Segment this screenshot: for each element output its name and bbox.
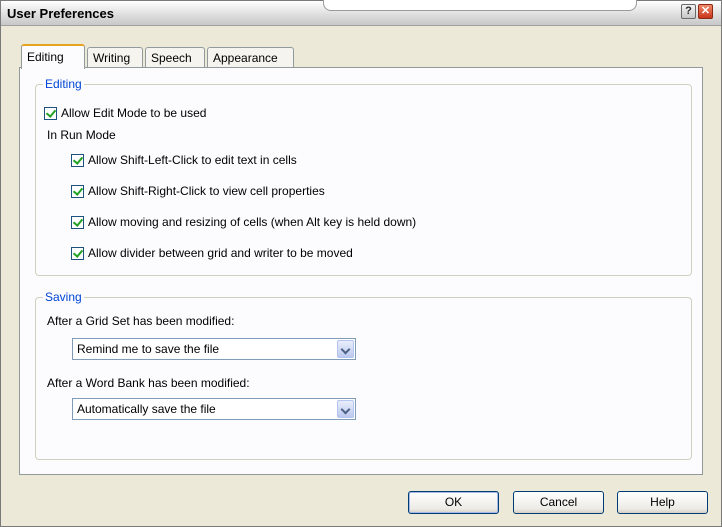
editing-group: Editing Allow Edit Mode to be used In Ru… [35,77,692,276]
run-mode-label: In Run Mode [47,128,116,142]
shift-left-click-label: Allow Shift-Left-Click to edit text in c… [88,153,297,167]
dropdown-arrow-icon[interactable] [337,400,354,418]
saving-group: Saving After a Grid Set has been modifie… [35,290,692,460]
grid-set-dropdown[interactable]: Remind me to save the file [72,338,356,360]
tab-editing[interactable]: Editing [21,44,85,69]
move-divider-label: Allow divider between grid and writer to… [88,246,353,260]
user-preferences-dialog: User Preferences ? ✕ Editing Writing Spe… [0,0,722,527]
saving-group-title: Saving [43,290,84,304]
shift-right-click-checkbox[interactable]: Allow Shift-Right-Click to view cell pro… [71,184,325,198]
allow-edit-mode-label: Allow Edit Mode to be used [61,106,207,120]
move-divider-checkbox[interactable]: Allow divider between grid and writer to… [71,246,353,260]
tab-writing[interactable]: Writing [87,47,143,68]
move-resize-cells-label: Allow moving and resizing of cells (when… [88,215,417,229]
help-button[interactable]: Help [617,491,708,514]
word-bank-label: After a Word Bank has been modified: [47,376,250,390]
checkbox-checked-icon [44,106,57,120]
checkbox-checked-icon [71,215,84,229]
shift-right-click-label: Allow Shift-Right-Click to view cell pro… [88,184,325,198]
grid-set-label: After a Grid Set has been modified: [47,314,235,328]
allow-edit-mode-checkbox[interactable]: Allow Edit Mode to be used [44,106,206,120]
window-title: User Preferences [7,6,114,21]
grid-set-value: Remind me to save the file [77,342,220,356]
tab-panel-editing: Editing Allow Edit Mode to be used In Ru… [19,67,703,475]
editing-group-title: Editing [43,77,84,91]
dropdown-arrow-icon[interactable] [337,340,354,358]
word-bank-value: Automatically save the file [77,402,216,416]
help-icon[interactable]: ? [681,4,696,19]
background-window-edge [323,0,637,11]
tab-speech[interactable]: Speech [145,47,205,68]
close-icon[interactable]: ✕ [698,4,713,19]
ok-button[interactable]: OK [408,491,499,514]
cancel-button[interactable]: Cancel [513,491,604,514]
title-bar[interactable]: User Preferences ? ✕ [1,0,721,26]
move-resize-cells-checkbox[interactable]: Allow moving and resizing of cells (when… [71,215,416,229]
word-bank-dropdown[interactable]: Automatically save the file [72,398,356,420]
checkbox-checked-icon [71,184,84,198]
checkbox-checked-icon [71,153,84,167]
checkbox-checked-icon [71,246,84,260]
tab-appearance[interactable]: Appearance [207,47,294,68]
shift-left-click-checkbox[interactable]: Allow Shift-Left-Click to edit text in c… [71,153,297,167]
